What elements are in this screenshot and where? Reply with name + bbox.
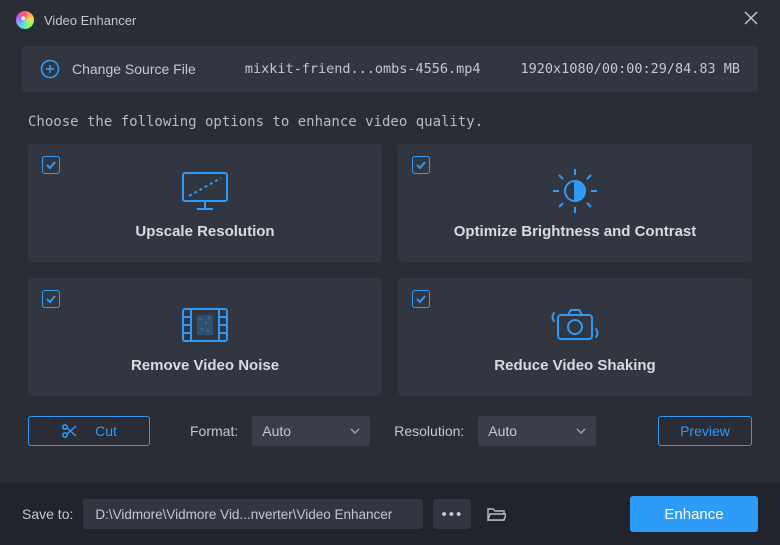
app-icon <box>16 11 34 29</box>
card-remove-noise[interactable]: Remove Video Noise <box>28 278 382 396</box>
format-label: Format: <box>190 423 238 439</box>
browse-button[interactable]: ••• <box>433 499 471 529</box>
save-path-field[interactable]: D:\Vidmore\Vidmore Vid...nverter\Video E… <box>83 499 423 529</box>
save-path-value: D:\Vidmore\Vidmore Vid...nverter\Video E… <box>95 507 392 522</box>
preview-label: Preview <box>680 423 730 439</box>
checkbox-brightness[interactable] <box>412 156 430 174</box>
cut-button[interactable]: Cut <box>28 416 150 446</box>
footer: Save to: D:\Vidmore\Vidmore Vid...nverte… <box>0 483 780 545</box>
chevron-down-icon <box>350 426 360 436</box>
card-label: Upscale Resolution <box>135 223 274 240</box>
change-source-label: Change Source File <box>72 61 196 77</box>
monitor-icon <box>177 167 233 215</box>
card-upscale-resolution[interactable]: Upscale Resolution <box>28 144 382 262</box>
enhancement-cards: Upscale Resolution Optimize Brightness a… <box>0 144 780 396</box>
card-optimize-brightness[interactable]: Optimize Brightness and Contrast <box>398 144 752 262</box>
preview-button[interactable]: Preview <box>658 416 752 446</box>
enhance-label: Enhance <box>664 506 723 523</box>
chevron-down-icon <box>576 426 586 436</box>
resolution-select[interactable]: Auto <box>478 416 596 446</box>
close-icon <box>744 11 758 25</box>
card-label: Optimize Brightness and Contrast <box>454 223 697 240</box>
app-title: Video Enhancer <box>44 13 136 28</box>
film-noise-icon <box>179 301 231 349</box>
folder-icon <box>486 506 506 522</box>
source-filename: mixkit-friend...ombs-4556.mp4 <box>245 61 481 77</box>
save-to-label: Save to: <box>22 506 73 522</box>
camera-shake-icon <box>548 301 602 349</box>
resolution-value: Auto <box>488 423 517 439</box>
checkbox-upscale[interactable] <box>42 156 60 174</box>
format-select[interactable]: Auto <box>252 416 370 446</box>
brightness-icon <box>551 167 599 215</box>
cut-label: Cut <box>95 423 117 439</box>
instruction-text: Choose the following options to enhance … <box>0 92 780 144</box>
check-icon <box>415 293 427 305</box>
card-label: Reduce Video Shaking <box>494 357 655 374</box>
resolution-label: Resolution: <box>394 423 464 439</box>
card-label: Remove Video Noise <box>131 357 279 374</box>
format-value: Auto <box>262 423 291 439</box>
check-icon <box>415 159 427 171</box>
enhance-button[interactable]: Enhance <box>630 496 758 532</box>
ellipsis-icon: ••• <box>441 506 463 523</box>
card-reduce-shaking[interactable]: Reduce Video Shaking <box>398 278 752 396</box>
controls-row: Cut Format: Auto Resolution: Auto Previe… <box>0 396 780 446</box>
checkbox-noise[interactable] <box>42 290 60 308</box>
checkbox-shaking[interactable] <box>412 290 430 308</box>
check-icon <box>45 293 57 305</box>
titlebar: Video Enhancer <box>0 0 780 40</box>
close-button[interactable] <box>738 5 764 36</box>
check-icon <box>45 159 57 171</box>
open-folder-button[interactable] <box>481 499 511 529</box>
source-file-row[interactable]: Change Source File mixkit-friend...ombs-… <box>22 46 758 92</box>
scissors-icon <box>61 423 77 439</box>
plus-circle-icon <box>40 59 60 79</box>
source-metadata: 1920x1080/00:00:29/84.83 MB <box>521 61 740 77</box>
